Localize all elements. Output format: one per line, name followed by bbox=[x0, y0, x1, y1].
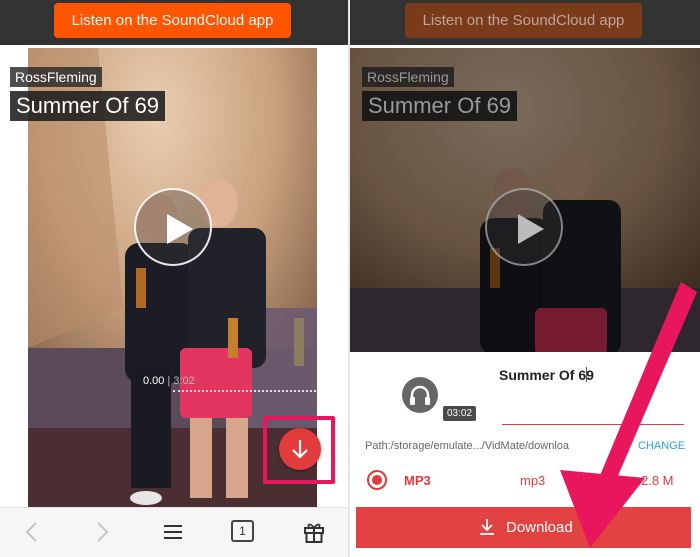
play-button-dimmed bbox=[485, 188, 563, 266]
waveform-progress[interactable] bbox=[173, 390, 316, 392]
track-title: Summer Of 69 bbox=[10, 91, 166, 121]
play-icon bbox=[167, 214, 193, 244]
download-icon bbox=[480, 519, 494, 535]
playback-time: 0.00 | 3:02 bbox=[143, 375, 195, 387]
title-input-underline bbox=[502, 424, 684, 425]
format-size: 2.8 M bbox=[641, 473, 674, 488]
change-path-link[interactable]: CHANGE bbox=[638, 440, 685, 452]
text-caret bbox=[586, 367, 587, 382]
download-fab-button[interactable] bbox=[279, 428, 321, 470]
gift-icon bbox=[304, 523, 324, 543]
track-title-dimmed: Summer Of 69 bbox=[362, 91, 518, 121]
headphone-icon bbox=[410, 385, 430, 405]
back-button[interactable] bbox=[18, 518, 46, 546]
format-extension: mp3 bbox=[520, 473, 546, 488]
top-banner-dimmed: Listen on the SoundCloud app bbox=[350, 0, 700, 45]
bottom-navigation bbox=[0, 507, 348, 557]
play-icon bbox=[518, 214, 544, 244]
format-radio-selected[interactable] bbox=[367, 470, 387, 490]
artist-name-dimmed: RossFleming bbox=[362, 67, 454, 87]
download-button-label: Download bbox=[506, 519, 573, 536]
top-banner: Listen on the SoundCloud app bbox=[0, 0, 348, 45]
listen-on-soundcloud-button[interactable]: Listen on the SoundCloud app bbox=[54, 3, 291, 38]
format-name: MP3 bbox=[404, 473, 431, 488]
format-option-mp3[interactable]: MP3 mp3 2.8 M bbox=[357, 465, 689, 497]
time-separator: | bbox=[167, 375, 171, 387]
download-path: Path:/storage/emulate.../VidMate/downloa bbox=[365, 440, 570, 452]
current-time: 0.00 bbox=[143, 375, 165, 387]
play-button[interactable] bbox=[134, 188, 212, 266]
gift-button[interactable] bbox=[300, 518, 328, 546]
track-duration: 3:02 bbox=[173, 375, 195, 387]
tabs-button[interactable]: 1 bbox=[231, 520, 254, 542]
download-button[interactable]: Download bbox=[356, 507, 691, 548]
forward-button[interactable] bbox=[88, 518, 116, 546]
forward-icon bbox=[97, 522, 109, 542]
left-screen: Listen on the SoundCloud app RossFleming… bbox=[0, 0, 348, 557]
back-icon bbox=[25, 522, 37, 542]
headphone-thumbnail bbox=[402, 377, 438, 413]
download-arrow-icon bbox=[292, 440, 308, 459]
listen-on-soundcloud-button-dimmed: Listen on the SoundCloud app bbox=[405, 3, 642, 38]
duration-badge: 03:02 bbox=[443, 406, 477, 421]
sheet-track-title[interactable]: Summer Of 69 bbox=[499, 367, 594, 383]
artist-name: RossFleming bbox=[10, 67, 102, 87]
menu-icon bbox=[164, 525, 182, 539]
menu-button[interactable] bbox=[159, 518, 187, 546]
